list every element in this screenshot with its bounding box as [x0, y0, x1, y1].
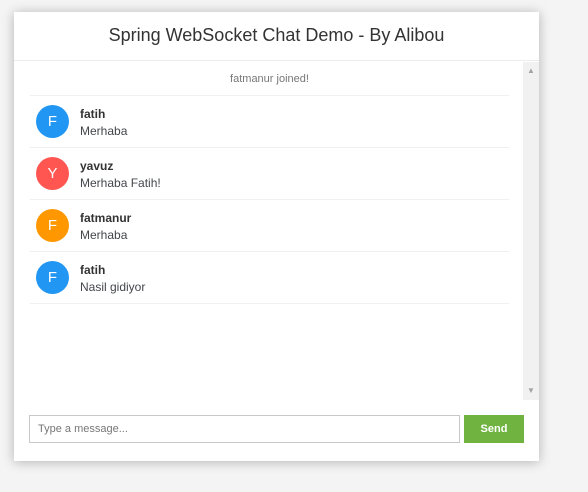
avatar: F: [36, 261, 69, 294]
scroll-down-arrow-icon[interactable]: ▼: [523, 384, 539, 398]
chat-message: F fatih Merhaba: [30, 96, 509, 148]
chat-page: Spring WebSocket Chat Demo - By Alibou f…: [14, 12, 539, 461]
chat-header: Spring WebSocket Chat Demo - By Alibou: [14, 12, 539, 61]
message-text: Nasil gidiyor: [80, 280, 146, 294]
scroll-up-arrow-icon[interactable]: ▲: [523, 64, 539, 78]
chat-message: Y yavuz Merhaba Fatih!: [30, 148, 509, 200]
message-area[interactable]: fatmanur joined! F fatih Merhaba Y yavuz…: [14, 62, 539, 400]
send-button[interactable]: Send: [464, 415, 524, 443]
page-title: Spring WebSocket Chat Demo - By Alibou: [108, 25, 445, 45]
avatar: Y: [36, 157, 69, 190]
avatar: F: [36, 105, 69, 138]
message-text: Merhaba: [80, 124, 128, 138]
vertical-scrollbar[interactable]: ▲ ▼: [523, 62, 539, 400]
message-sender: fatih: [80, 263, 106, 277]
chat-message: F fatih Nasil gidiyor: [30, 252, 509, 304]
message-sender: fatih: [80, 107, 106, 121]
message-input[interactable]: [29, 415, 460, 443]
message-text: Merhaba: [80, 228, 128, 242]
chat-message: F fatmanur Merhaba: [30, 200, 509, 252]
message-sender: fatmanur: [80, 211, 132, 225]
message-text: Merhaba Fatih!: [80, 176, 161, 190]
message-form: Send: [29, 415, 524, 443]
event-message: fatmanur joined!: [30, 62, 509, 96]
avatar: F: [36, 209, 69, 242]
message-sender: yavuz: [80, 159, 114, 173]
message-list: fatmanur joined! F fatih Merhaba Y yavuz…: [14, 62, 539, 304]
